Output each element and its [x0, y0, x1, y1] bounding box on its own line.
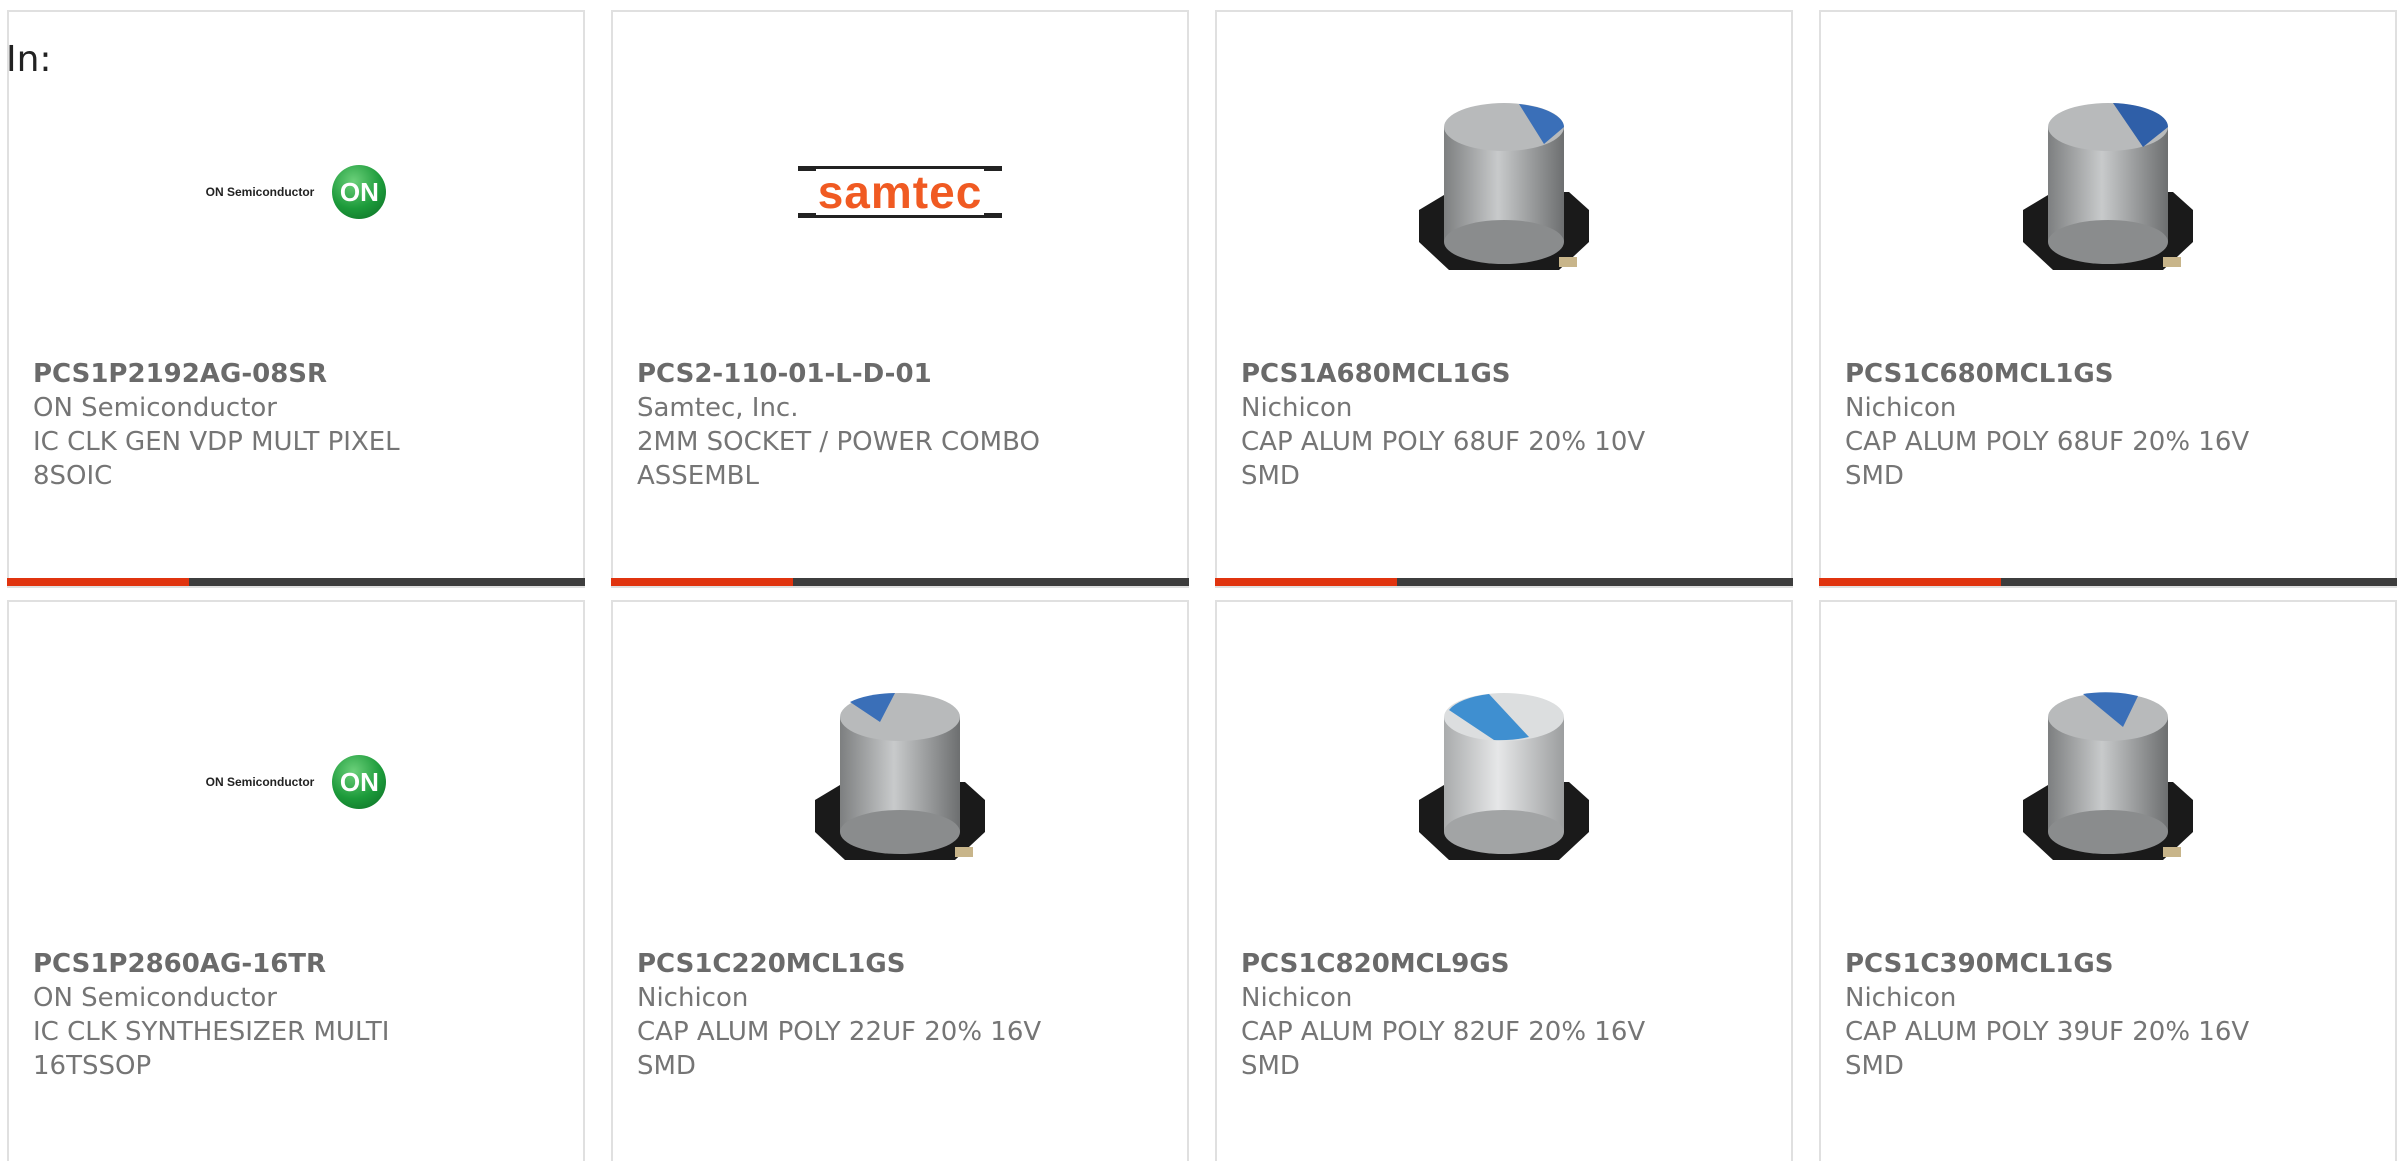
manufacturer: ON Semiconductor — [33, 983, 277, 1013]
part-number[interactable]: PCS1A680MCL1GS — [1241, 357, 1771, 391]
description: 2MM SOCKET / POWER COMBO ASSEMBL — [637, 427, 1040, 491]
product-card[interactable]: ON Semiconductor ON PCS1P2860AG-16TR ON … — [7, 600, 585, 1161]
product-grid-page: In: ON Semiconductor ON PCS1P2192AG-08SR… — [0, 0, 2400, 1161]
manufacturer: Nichicon — [637, 983, 749, 1013]
logo-mark: ON — [332, 165, 387, 219]
part-number[interactable]: PCS2-110-01-L-D-01 — [637, 357, 1167, 391]
smd-capacitor-image — [815, 693, 985, 860]
description: CAP ALUM POLY 68UF 20% 16V SMD — [1845, 427, 2250, 491]
card-accent-bar — [1215, 578, 1397, 586]
product-info: PCS2-110-01-L-D-01 Samtec, Inc. 2MM SOCK… — [637, 357, 1167, 493]
product-card[interactable]: PCS1C390MCL1GS Nichicon CAP ALUM POLY 39… — [1819, 600, 2397, 1161]
part-number[interactable]: PCS1C680MCL1GS — [1845, 357, 2375, 391]
logo-text: ON Semiconductor — [205, 185, 315, 199]
product-image[interactable]: samtec — [613, 72, 1187, 312]
product-info: PCS1P2192AG-08SR ON Semiconductor IC CLK… — [33, 357, 563, 493]
part-number[interactable]: PCS1C220MCL1GS — [637, 947, 1167, 981]
manufacturer: Nichicon — [1845, 983, 1957, 1013]
product-image[interactable] — [1217, 72, 1791, 312]
product-card[interactable]: samtec PCS2-110-01-L-D-01 Samtec, Inc. 2… — [611, 10, 1189, 588]
product-image[interactable] — [613, 662, 1187, 902]
description: CAP ALUM POLY 22UF 20% 16V SMD — [637, 1017, 1042, 1081]
product-info: PCS1C220MCL1GS Nichicon CAP ALUM POLY 22… — [637, 947, 1167, 1083]
card-accent-bar — [1819, 578, 2001, 586]
product-image[interactable] — [1821, 72, 2395, 312]
product-card[interactable]: PCS1A680MCL1GS Nichicon CAP ALUM POLY 68… — [1215, 10, 1793, 588]
part-number[interactable]: PCS1P2860AG-16TR — [33, 947, 563, 981]
product-info: PCS1C390MCL1GS Nichicon CAP ALUM POLY 39… — [1845, 947, 2375, 1083]
product-card[interactable]: PCS1C820MCL9GS Nichicon CAP ALUM POLY 82… — [1215, 600, 1793, 1161]
manufacturer: Nichicon — [1241, 393, 1353, 423]
manufacturer: ON Semiconductor — [33, 393, 277, 423]
part-number[interactable]: PCS1C390MCL1GS — [1845, 947, 2375, 981]
description: CAP ALUM POLY 82UF 20% 16V SMD — [1241, 1017, 1646, 1081]
card-bottom-bar — [1215, 578, 1793, 586]
product-info: PCS1A680MCL1GS Nichicon CAP ALUM POLY 68… — [1241, 357, 1771, 493]
product-card[interactable]: PCS1C680MCL1GS Nichicon CAP ALUM POLY 68… — [1819, 10, 2397, 588]
logo-text: ON Semiconductor — [205, 775, 315, 789]
product-image[interactable]: ON Semiconductor ON — [9, 72, 583, 312]
description: IC CLK SYNTHESIZER MULTI 16TSSOP — [33, 1017, 390, 1081]
description: CAP ALUM POLY 68UF 20% 10V SMD — [1241, 427, 1646, 491]
product-card[interactable]: ON Semiconductor ON PCS1P2192AG-08SR ON … — [7, 10, 585, 588]
smd-capacitor-image — [2023, 692, 2193, 860]
card-accent-bar — [611, 578, 793, 586]
product-info: PCS1C680MCL1GS Nichicon CAP ALUM POLY 68… — [1845, 357, 2375, 493]
card-bottom-bar — [1819, 578, 2397, 586]
part-number[interactable]: PCS1C820MCL9GS — [1241, 947, 1771, 981]
samtec-logo: samtec — [798, 164, 1002, 220]
on-semiconductor-logo: ON Semiconductor ON — [206, 755, 387, 809]
smd-capacitor-image — [2023, 103, 2193, 270]
on-semiconductor-logo: ON Semiconductor ON — [206, 165, 387, 219]
smd-capacitor-image — [1419, 103, 1589, 270]
card-bottom-bar — [7, 578, 585, 586]
manufacturer: Samtec, Inc. — [637, 393, 799, 423]
logo-text: samtec — [815, 166, 985, 218]
manufacturer: Nichicon — [1845, 393, 1957, 423]
card-accent-bar — [7, 578, 189, 586]
part-number[interactable]: PCS1P2192AG-08SR — [33, 357, 563, 391]
logo-mark: ON — [332, 755, 387, 809]
product-image[interactable]: ON Semiconductor ON — [9, 662, 583, 902]
in-label: In: — [6, 39, 52, 80]
description: CAP ALUM POLY 39UF 20% 16V SMD — [1845, 1017, 2250, 1081]
card-bottom-bar — [611, 578, 1189, 586]
product-info: PCS1C820MCL9GS Nichicon CAP ALUM POLY 82… — [1241, 947, 1771, 1083]
manufacturer: Nichicon — [1241, 983, 1353, 1013]
product-info: PCS1P2860AG-16TR ON Semiconductor IC CLK… — [33, 947, 563, 1083]
description: IC CLK GEN VDP MULT PIXEL 8SOIC — [33, 427, 400, 491]
smd-capacitor-image — [1419, 693, 1589, 860]
product-image[interactable] — [1217, 662, 1791, 902]
product-card[interactable]: PCS1C220MCL1GS Nichicon CAP ALUM POLY 22… — [611, 600, 1189, 1161]
product-image[interactable] — [1821, 662, 2395, 902]
